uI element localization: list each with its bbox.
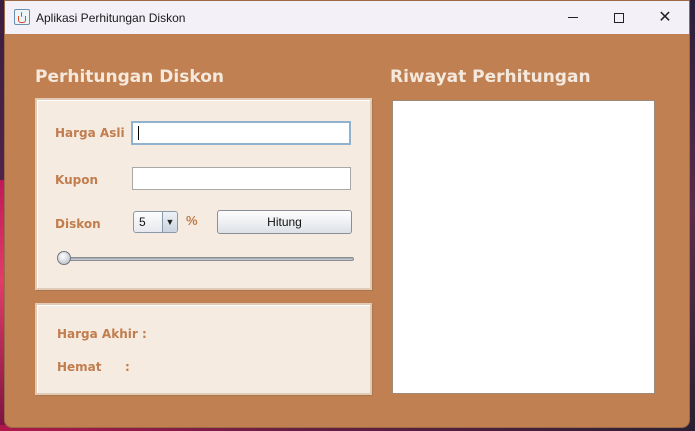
hemat-colon: : [125,360,130,374]
kupon-label: Kupon [55,173,99,187]
hitung-button[interactable]: Hitung [217,210,352,234]
maximize-icon [614,12,624,23]
window-title: Aplikasi Perhitungan Diskon [36,11,186,25]
harga-akhir-label: Harga Akhir : [57,327,147,341]
diskon-selected-value: 5 [139,215,146,229]
diskon-slider-thumb[interactable] [57,251,71,265]
history-textarea[interactable] [392,100,655,394]
kupon-input[interactable] [132,167,351,190]
history-heading: Riwayat Perhitungan [390,67,591,87]
result-panel: Harga Akhir : Hemat : [35,303,372,395]
harga-asli-label: Harga Asli [55,126,125,140]
close-icon: ✕ [658,8,672,26]
diskon-label: Diskon [55,217,101,231]
title-bar: Aplikasi Perhitungan Diskon ✕ [5,1,689,34]
minimize-button[interactable] [550,1,596,34]
app-window: Aplikasi Perhitungan Diskon ✕ Perhitunga… [4,0,690,428]
harga-asli-input[interactable] [131,121,351,145]
diskon-select[interactable]: 5 ▼ [133,211,178,233]
hemat-label: Hemat [57,360,102,374]
chevron-down-icon[interactable]: ▼ [162,212,177,232]
java-cup-icon [14,9,30,25]
maximize-button[interactable] [596,1,642,34]
minimize-icon [568,17,578,18]
percent-symbol: % [186,213,198,228]
discount-heading: Perhitungan Diskon [35,67,224,87]
close-button[interactable]: ✕ [642,1,688,34]
diskon-slider-track[interactable] [59,257,354,261]
input-panel: Harga Asli Kupon Diskon 5 ▼ % Hitung [35,98,372,290]
text-caret [138,126,139,140]
